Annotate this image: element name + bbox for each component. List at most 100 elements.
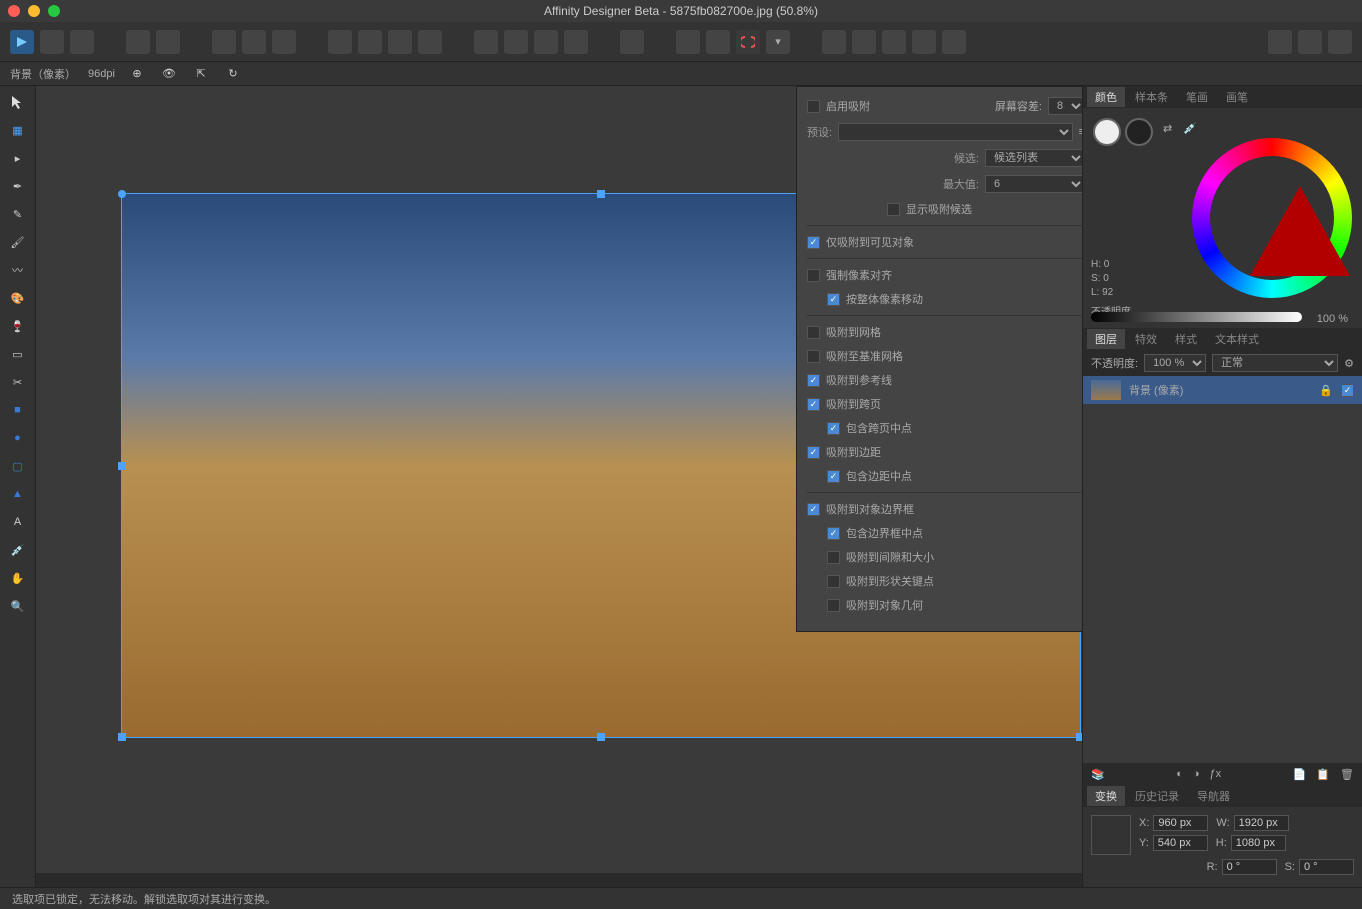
- gradient-tool-icon[interactable]: ▭: [8, 344, 28, 364]
- handle-tl[interactable]: [118, 190, 126, 198]
- grid-icon[interactable]: [676, 30, 700, 54]
- opacity-slider[interactable]: [1091, 312, 1302, 322]
- align-icon[interactable]: [620, 30, 644, 54]
- ellipse-tool-icon[interactable]: ●: [8, 428, 28, 448]
- snap-basegrid-checkbox[interactable]: [807, 350, 820, 363]
- duplicate-icon[interactable]: 📋: [1316, 768, 1330, 781]
- snap-gap-checkbox[interactable]: [827, 551, 840, 564]
- backward-icon[interactable]: [388, 30, 412, 54]
- swatches-tab[interactable]: 样本条: [1127, 87, 1176, 107]
- eyedropper-icon[interactable]: 💉: [1183, 122, 1197, 135]
- bounds-icon[interactable]: ⇱: [191, 64, 211, 84]
- s-field[interactable]: [1299, 859, 1354, 875]
- snap-bbox-checkbox[interactable]: [807, 503, 820, 516]
- w-field[interactable]: [1234, 815, 1289, 831]
- swap-icon[interactable]: ⇄: [1163, 122, 1172, 135]
- blend-mode-select[interactable]: 正常: [1212, 354, 1338, 372]
- snap-keypoints-checkbox[interactable]: [827, 575, 840, 588]
- snap-toggle-button[interactable]: [736, 30, 760, 54]
- whole-pixel-checkbox[interactable]: [827, 293, 840, 306]
- move-tool-icon[interactable]: [8, 92, 28, 112]
- rotate-ccw-icon[interactable]: [534, 30, 558, 54]
- canvas-area[interactable]: 启用吸附 屏幕容差: 8 预设: ≡ 候选: 候选列表 最大值: 6 显示吸附候…: [36, 86, 1082, 887]
- fill-tool-icon[interactable]: 🎨: [8, 288, 28, 308]
- textstyles-tab[interactable]: 文本样式: [1207, 329, 1267, 349]
- close-window-icon[interactable]: [8, 5, 20, 17]
- pencil-tool-icon[interactable]: ✎: [8, 204, 28, 224]
- fx-icon[interactable]: ƒx: [1210, 768, 1222, 780]
- anchor-widget[interactable]: [1091, 815, 1131, 855]
- flip-v-icon[interactable]: [504, 30, 528, 54]
- eye-icon[interactable]: 👁: [159, 64, 179, 84]
- persona-export-icon[interactable]: [70, 30, 94, 54]
- triangle-tool-icon[interactable]: ▲: [8, 484, 28, 504]
- navigator-tab[interactable]: 导航器: [1189, 786, 1238, 806]
- rotate-cw-icon[interactable]: [564, 30, 588, 54]
- snap-margin-checkbox[interactable]: [807, 446, 820, 459]
- styles-tab[interactable]: 样式: [1167, 329, 1205, 349]
- front-icon[interactable]: [328, 30, 352, 54]
- crosshair-icon[interactable]: ⊕: [127, 64, 147, 84]
- handle-bl[interactable]: [118, 733, 126, 741]
- text-tool-icon[interactable]: A: [8, 512, 28, 532]
- handle-bm[interactable]: [597, 733, 605, 741]
- layer-opacity-select[interactable]: 100 %: [1144, 354, 1206, 372]
- add-layer-icon[interactable]: 📄: [1293, 768, 1307, 781]
- preset-select[interactable]: [838, 123, 1073, 141]
- delete-icon[interactable]: 🗑: [1340, 768, 1354, 781]
- deselect-icon[interactable]: [242, 30, 266, 54]
- visible-only-checkbox[interactable]: [807, 236, 820, 249]
- eyedropper-tool-icon[interactable]: 💉: [8, 540, 28, 560]
- effects-tab[interactable]: 特效: [1127, 329, 1165, 349]
- handle-br[interactable]: [1076, 733, 1082, 741]
- refresh-icon[interactable]: ↻: [223, 64, 243, 84]
- invert-select-icon[interactable]: [272, 30, 296, 54]
- r-field[interactable]: [1222, 859, 1277, 875]
- mask-icon[interactable]: ◐: [1176, 768, 1183, 780]
- view-mode-2-icon[interactable]: [1298, 30, 1322, 54]
- persona-pixel-icon[interactable]: [40, 30, 64, 54]
- history-tab[interactable]: 历史记录: [1127, 786, 1187, 806]
- zoom-window-icon[interactable]: [48, 5, 60, 17]
- force-pixel-checkbox[interactable]: [807, 269, 820, 282]
- hand-tool-icon[interactable]: ✋: [8, 568, 28, 588]
- adjustment-icon[interactable]: [156, 30, 180, 54]
- crop-tool-icon[interactable]: ✂: [8, 372, 28, 392]
- margin-mid-checkbox[interactable]: [827, 470, 840, 483]
- y-field[interactable]: [1153, 835, 1208, 851]
- handle-tm[interactable]: [597, 190, 605, 198]
- gear-icon[interactable]: ⚙: [1344, 357, 1354, 370]
- brush-tool-icon[interactable]: 🖌: [8, 232, 28, 252]
- color-triangle[interactable]: [1250, 186, 1350, 276]
- snap-grid-checkbox[interactable]: [807, 326, 820, 339]
- preset-menu-icon[interactable]: ≡: [1079, 126, 1082, 138]
- brushes-tab[interactable]: 画笔: [1218, 87, 1256, 107]
- horizontal-scrollbar[interactable]: [36, 873, 1082, 887]
- guides-icon[interactable]: [706, 30, 730, 54]
- zoom-tool-icon[interactable]: 🔍: [8, 596, 28, 616]
- bool-xor-icon[interactable]: [912, 30, 936, 54]
- select-all-icon[interactable]: [212, 30, 236, 54]
- show-candidates-checkbox[interactable]: [887, 203, 900, 216]
- layers-icon[interactable]: 📚: [1091, 768, 1105, 781]
- transform-tab[interactable]: 变换: [1087, 786, 1125, 806]
- color-wheel[interactable]: [1192, 138, 1352, 298]
- opacity-value[interactable]: 100 %: [1311, 312, 1354, 326]
- spread-mid-checkbox[interactable]: [827, 422, 840, 435]
- x-field[interactable]: [1153, 815, 1208, 831]
- glass-tool-icon[interactable]: 🍷: [8, 316, 28, 336]
- rect-tool-icon[interactable]: ■: [8, 400, 28, 420]
- bool-intersect-icon[interactable]: [882, 30, 906, 54]
- layers-tab[interactable]: 图层: [1087, 329, 1125, 349]
- max-select[interactable]: 6: [985, 175, 1082, 193]
- handle-ml[interactable]: [118, 462, 126, 470]
- stroke-swatch[interactable]: [1125, 118, 1153, 146]
- layer-visible-checkbox[interactable]: [1341, 384, 1354, 397]
- snap-geometry-checkbox[interactable]: [827, 599, 840, 612]
- back-icon[interactable]: [418, 30, 442, 54]
- snap-spread-checkbox[interactable]: [807, 398, 820, 411]
- stroke-tab[interactable]: 笔画: [1178, 87, 1216, 107]
- pen-tool-icon[interactable]: ✒: [8, 176, 28, 196]
- view-mode-3-icon[interactable]: [1328, 30, 1352, 54]
- view-mode-1-icon[interactable]: [1268, 30, 1292, 54]
